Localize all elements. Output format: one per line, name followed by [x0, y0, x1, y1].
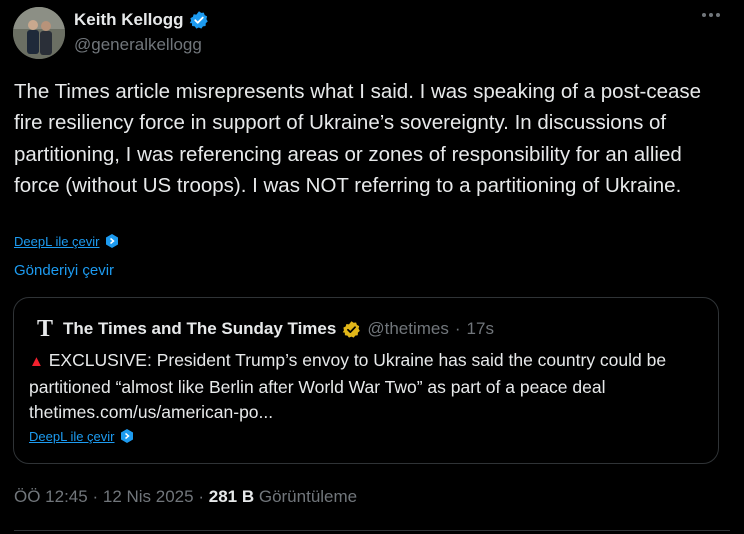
quote-header: T The Times and The Sunday Times @thetim… [33, 317, 494, 341]
deepl-icon [105, 234, 118, 248]
deepl-icon [120, 429, 133, 443]
divider [14, 530, 730, 531]
avatar[interactable] [13, 7, 65, 59]
author-handle[interactable]: @generalkellogg [74, 35, 202, 55]
quote-separator: · [454, 319, 461, 338]
quoted-tweet[interactable]: T The Times and The Sunday Times @thetim… [13, 297, 719, 464]
quote-author-name[interactable]: The Times and The Sunday Times [63, 319, 336, 339]
tweet-text: The Times article misrepresents what I s… [14, 80, 702, 197]
more-icon[interactable] [702, 13, 720, 17]
quote-text-block: ▲ EXCLUSIVE: President Trump’s envoy to … [29, 348, 714, 426]
quote-text: EXCLUSIVE: President Trump’s envoy to Uk… [29, 350, 667, 422]
quote-time[interactable]: 17s [467, 319, 494, 339]
author-name[interactable]: Keith Kellogg [74, 10, 184, 30]
meta-separator: · [92, 487, 99, 506]
alert-triangle-icon: ▲ [29, 353, 44, 370]
quote-avatar-logo[interactable]: T [33, 317, 57, 341]
meta-separator: · [198, 487, 204, 506]
verified-badge-icon [189, 11, 208, 29]
avatar-photo [13, 7, 65, 59]
views-label: Görüntüleme [258, 487, 358, 506]
gold-verified-badge-icon [343, 320, 361, 338]
quote-handle[interactable]: @thetimes [367, 319, 449, 339]
translate-post-link[interactable]: Gönderiyi çevir [14, 262, 114, 279]
tweet-time[interactable]: ÖÖ 12:45 [14, 487, 88, 506]
quote-deepl-translate-link[interactable]: DeepL ile çevir [29, 428, 135, 444]
tweet-date[interactable]: 12 Nis 2025 [103, 487, 194, 506]
quote-deepl-label[interactable]: DeepL ile çevir [29, 429, 115, 444]
tweet-meta: ÖÖ 12:45 · 12 Nis 2025 · 281 B Görüntüle… [14, 487, 357, 507]
views-count: 281 B [208, 487, 255, 506]
deepl-translate-link[interactable]: DeepL ile çevir [14, 233, 120, 249]
deepl-label[interactable]: DeepL ile çevir [14, 234, 100, 249]
author-name-row[interactable]: Keith Kellogg [74, 10, 209, 30]
